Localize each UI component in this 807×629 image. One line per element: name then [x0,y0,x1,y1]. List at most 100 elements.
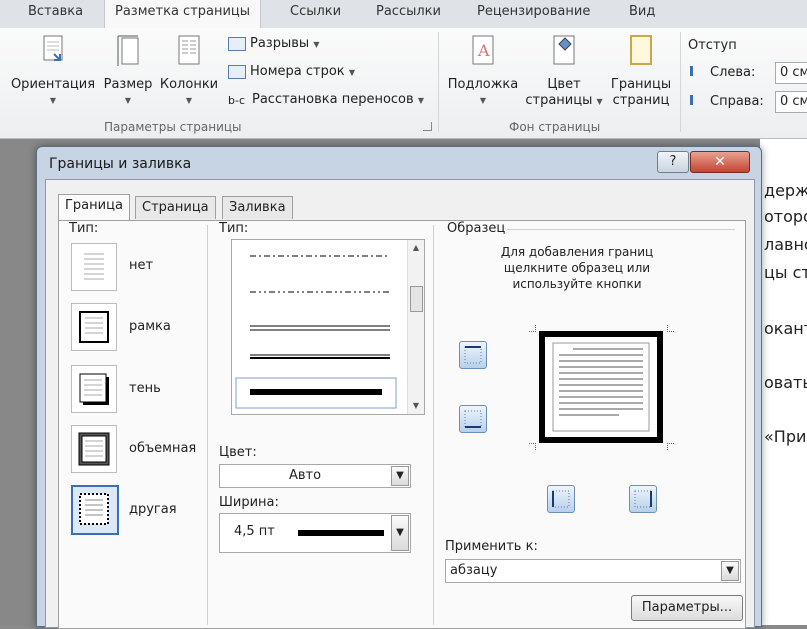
left-border-icon [552,490,570,508]
width-select[interactable]: 4,5 пт ▼ [219,513,411,553]
tab-mailings[interactable]: Рассылки [376,0,441,27]
indent-left-input[interactable]: 0 см [775,62,807,84]
preset-3d-label[interactable]: объемная [129,441,196,456]
line-numbers-button[interactable]: Номера строк ▼ [228,64,355,79]
corner-mark-icon [667,325,674,332]
indent-left-label: Слева: [710,65,756,80]
breaks-label: Разрывы [250,36,310,51]
watermark-label: Подложка [447,77,519,92]
size-button[interactable]: Размер ▼ [100,34,156,109]
preset-none-icon [84,253,104,280]
document-page[interactable]: держ оторо лавно цы ст окант овать «При [760,139,807,625]
hyphenation-icon: b‑c [228,93,245,107]
line-style-scrollbar[interactable]: ▲ ▼ [407,240,424,414]
borders-and-shading-dialog: Границы и заливка ? ✕ Граница Страница З… [36,146,762,629]
scroll-thumb[interactable] [410,286,423,312]
preview-label: Образец [447,221,506,236]
chevron-down-icon: ▼ [185,96,193,105]
corner-mark-icon [667,443,674,450]
watermark-icon: A [472,35,494,65]
tab-review[interactable]: Рецензирование [477,0,590,27]
top-border-icon [464,346,482,364]
preset-box-label[interactable]: рамка [129,319,171,334]
apply-to-select[interactable]: абзацу ▼ [445,559,741,583]
color-select[interactable]: Авто ▼ [219,464,411,488]
line-style-options [235,255,397,409]
line-numbers-label: Номера строк [250,64,345,79]
preset-none-label[interactable]: нет [129,258,153,273]
border-preview[interactable] [537,329,665,449]
page-borders-icon [630,35,652,65]
color-value: Авто [288,468,322,483]
chevron-down-icon: ▼ [49,96,57,105]
orientation-button[interactable]: Ориентация ▼ [6,34,100,109]
tab-border[interactable]: Граница [58,194,130,220]
preset-custom-label[interactable]: другая [129,502,177,517]
indent-left-icon [690,66,707,76]
tab-shading[interactable]: Заливка [222,196,293,219]
preset-none[interactable] [71,243,117,291]
preview-page-graphic [539,331,663,443]
preset-box[interactable] [71,303,117,351]
scroll-down-icon[interactable]: ▼ [408,398,424,414]
orientation-label: Ориентация [10,77,96,92]
preset-box-icon [79,311,109,343]
chevron-down-icon[interactable]: ▼ [721,561,739,581]
preview-hint-3: используйте кнопки [512,277,642,291]
column-divider [207,225,208,625]
preset-3d[interactable] [71,425,117,473]
tab-page-border[interactable]: Страница [135,196,216,219]
chevron-down-icon: ▼ [313,40,320,49]
dialog-title: Границы и заливка [49,156,192,172]
document-line: держ [764,181,807,200]
column-divider [433,225,434,625]
tab-view[interactable]: Вид [629,0,655,27]
indent-right-input[interactable]: 0 см [775,91,807,113]
columns-button[interactable]: Колонки ▼ [156,34,222,109]
chevron-down-icon: ▼ [479,96,487,105]
preset-shadow[interactable] [71,365,117,413]
page-borders-button[interactable]: Границы страниц [606,34,676,109]
top-border-button[interactable] [459,341,487,369]
group-separator [438,32,439,132]
close-button[interactable]: ✕ [690,151,750,173]
preset-shadow-label[interactable]: тень [129,381,161,396]
chevron-down-icon[interactable]: ▼ [391,515,409,551]
options-button[interactable]: Параметры... [631,595,743,621]
indent-title: Отступ [688,38,737,53]
tab-insert[interactable]: Вставка [28,0,83,27]
width-label: Ширина: [219,495,279,510]
page-color-button[interactable]: Цвет страницы ▼ [522,34,606,110]
bottom-border-button[interactable] [459,405,487,433]
breaks-button[interactable]: Разрывы ▼ [228,36,319,51]
ribbon-tab-bar: Вставка Разметка страницы Ссылки Рассылк… [0,0,807,29]
columns-icon [178,35,200,65]
scroll-up-icon[interactable]: ▲ [408,240,424,256]
watermark-button[interactable]: A Подложка ▼ [444,34,522,109]
indent-right-label: Справа: [710,94,764,109]
help-button[interactable]: ? [657,151,689,173]
line-style-list[interactable]: ▲ ▼ [231,239,425,415]
preset-custom[interactable] [71,485,119,535]
tab-references[interactable]: Ссылки [290,0,341,27]
page-borders-label-1: Границы [610,77,672,92]
indent-right-icon [690,95,707,105]
document-line: цы ст [764,263,807,282]
orientation-icon [43,35,63,61]
chevron-down-icon[interactable]: ▼ [391,466,409,486]
dialog-launcher-icon[interactable] [423,122,432,131]
hyphenation-button[interactable]: b‑c Расстановка переносов ▼ [228,92,424,107]
right-border-button[interactable] [629,485,657,513]
page-setup-group-label: Параметры страницы [104,120,242,134]
preset-3d-icon [78,432,110,466]
ribbon: Ориентация ▼ Размер ▼ Колонки ▼ Разрывы … [0,28,807,139]
page-color-label-2: страницы [525,93,593,108]
apply-to-value: абзацу [450,563,498,578]
left-border-button[interactable] [547,485,575,513]
line-numbers-icon [228,64,246,79]
paint-bucket-icon [553,35,575,65]
chevron-down-icon: ▼ [124,96,132,105]
hyphenation-label: Расстановка переносов [252,92,414,107]
tab-page-layout[interactable]: Разметка страницы [104,0,262,29]
document-line: оторо [764,207,807,226]
